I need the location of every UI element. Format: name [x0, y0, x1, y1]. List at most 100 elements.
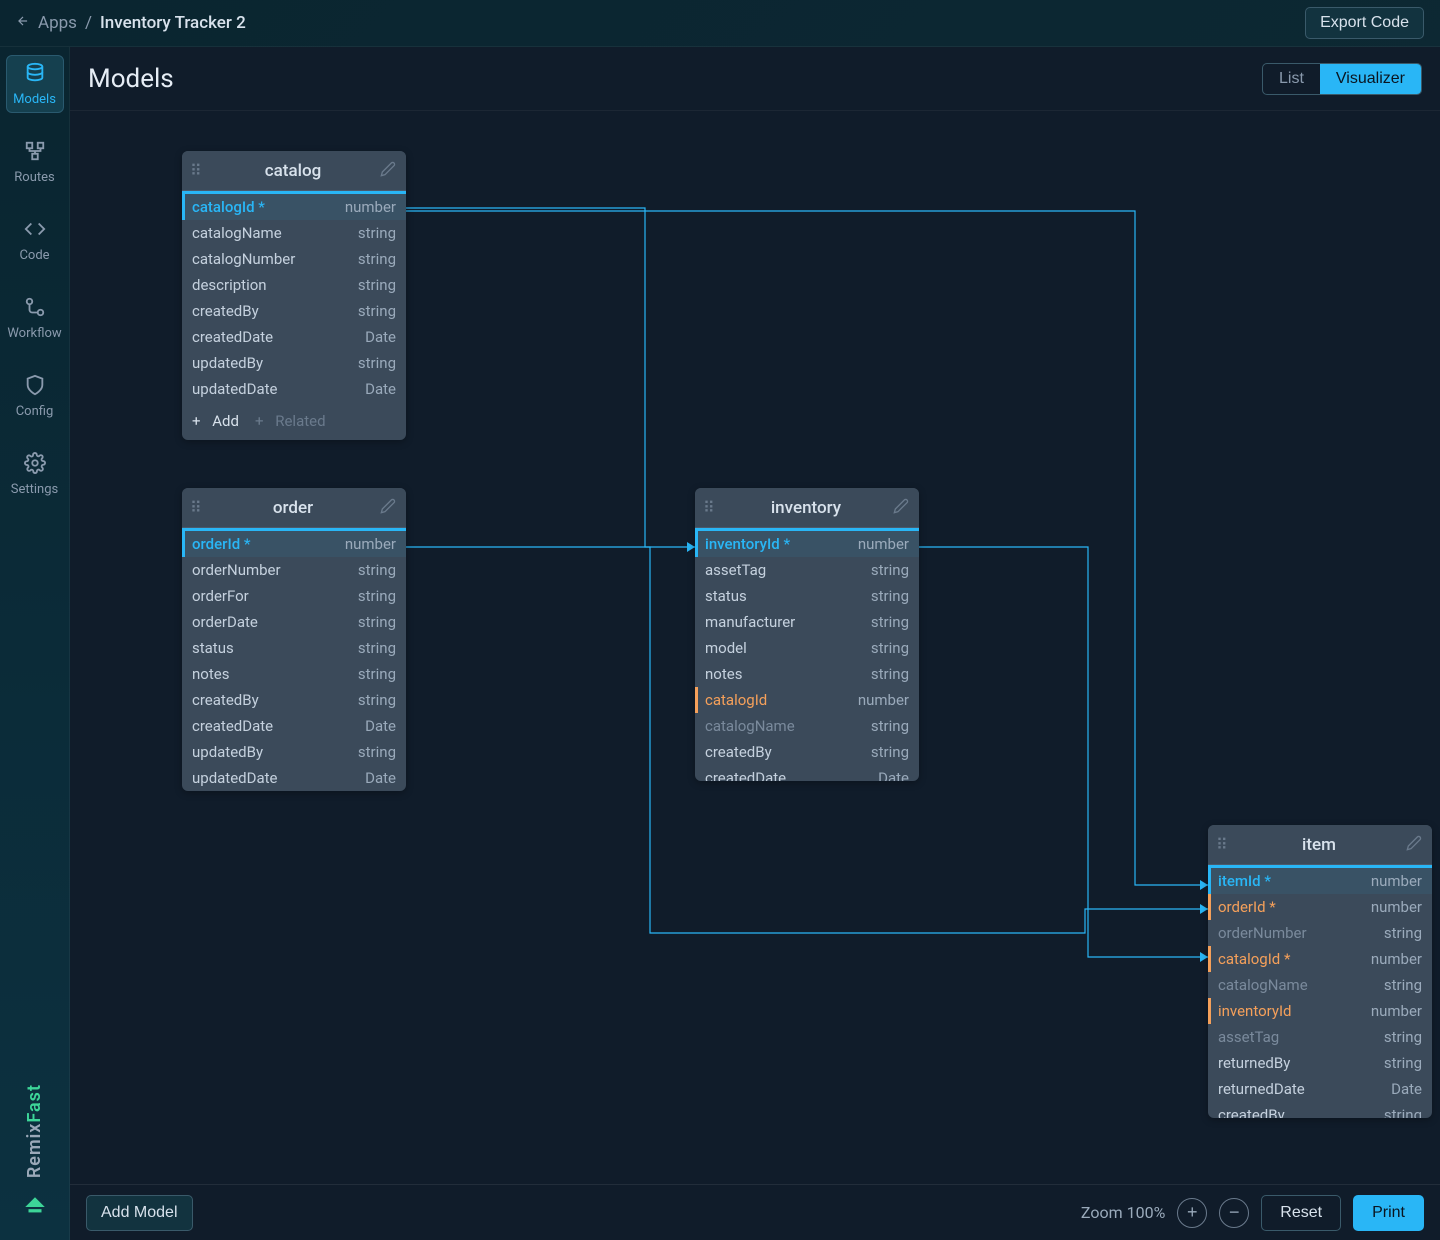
field-type: string — [358, 665, 396, 683]
field-row[interactable]: descriptionstring — [182, 272, 406, 298]
field-row[interactable]: orderNumberstring — [182, 557, 406, 583]
breadcrumb-parent[interactable]: Apps — [38, 13, 77, 33]
field-type: string — [358, 587, 396, 605]
code-icon — [24, 218, 46, 244]
model-card-item[interactable]: ⠿itemitemId *numberorderId *numberorderN… — [1208, 825, 1432, 1118]
gear-icon — [24, 452, 46, 478]
field-type: string — [358, 250, 396, 268]
field-row[interactable]: returnedDateDate — [1208, 1076, 1432, 1102]
model-card-inventory[interactable]: ⠿inventoryinventoryId *numberassetTagstr… — [695, 488, 919, 781]
field-row[interactable]: manufacturerstring — [695, 609, 919, 635]
field-row[interactable]: returnedBystring — [1208, 1050, 1432, 1076]
field-row[interactable]: orderDate string — [182, 609, 406, 635]
field-row[interactable]: catalogIdnumber — [695, 687, 919, 713]
field-row[interactable]: catalogNumberstring — [182, 246, 406, 272]
field-row[interactable]: catalogId *number — [1208, 946, 1432, 972]
zoom-label: Zoom 100% — [1081, 1203, 1165, 1222]
field-type: number — [1371, 898, 1422, 916]
field-type: string — [358, 613, 396, 631]
drag-handle-icon[interactable]: ⠿ — [190, 498, 206, 517]
field-row[interactable]: createdDateDate — [182, 713, 406, 739]
field-row[interactable]: statusstring — [695, 583, 919, 609]
field-row[interactable]: createdBystring — [182, 687, 406, 713]
field-row[interactable]: catalogNamestring — [695, 713, 919, 739]
sidebar-item-routes[interactable]: Routes — [6, 133, 64, 191]
field-row[interactable]: orderId *number — [1208, 894, 1432, 920]
field-type: Date — [1391, 1080, 1422, 1098]
field-row[interactable]: createdBystring — [695, 739, 919, 765]
field-row[interactable]: updatedBystring — [182, 739, 406, 765]
field-name: updatedBy — [192, 354, 263, 372]
field-row[interactable]: orderForstring — [182, 583, 406, 609]
view-visualizer-button[interactable]: Visualizer — [1320, 64, 1421, 94]
bottom-bar: Add Model Zoom 100% + − Reset Print — [70, 1184, 1440, 1240]
field-type: number — [1371, 950, 1422, 968]
model-card-catalog[interactable]: ⠿catalogcatalogId *numbercatalogNamestri… — [182, 151, 406, 440]
field-row[interactable]: catalogNamestring — [182, 220, 406, 246]
drag-handle-icon[interactable]: ⠿ — [190, 161, 206, 180]
field-name: orderDate — [192, 613, 258, 631]
drag-handle-icon[interactable]: ⠿ — [703, 498, 719, 517]
field-type: string — [1384, 976, 1422, 994]
field-row[interactable]: catalogId *number — [182, 194, 406, 220]
field-row[interactable]: inventoryIdnumber — [1208, 998, 1432, 1024]
edit-icon[interactable] — [380, 498, 398, 518]
field-type: string — [358, 561, 396, 579]
drag-handle-icon[interactable]: ⠿ — [1216, 835, 1232, 854]
reset-button[interactable]: Reset — [1261, 1195, 1341, 1231]
field-row[interactable]: createdBystring — [182, 298, 406, 324]
edit-icon[interactable] — [893, 498, 911, 518]
field-row[interactable]: updatedDateDate — [182, 376, 406, 402]
sidebar-item-label: Workflow — [7, 326, 61, 341]
field-row[interactable]: createdDateDate — [182, 324, 406, 350]
print-button[interactable]: Print — [1353, 1195, 1424, 1231]
field-row[interactable]: updatedDateDate — [182, 765, 406, 791]
field-type: Date — [365, 328, 396, 346]
field-type: Date — [365, 717, 396, 735]
edit-icon[interactable] — [380, 161, 398, 181]
field-type: number — [1371, 1002, 1422, 1020]
field-name: createdBy — [192, 302, 259, 320]
upload-icon[interactable] — [22, 1194, 48, 1224]
field-type: string — [358, 639, 396, 657]
field-row[interactable]: assetTagstring — [695, 557, 919, 583]
sidebar-item-models[interactable]: Models — [6, 55, 64, 113]
routes-icon — [24, 140, 46, 166]
edit-icon[interactable] — [1406, 835, 1424, 855]
export-code-button[interactable]: Export Code — [1305, 7, 1424, 39]
sidebar-item-config[interactable]: Config — [6, 367, 64, 425]
model-card-order[interactable]: ⠿orderorderId *numberorderNumberstringor… — [182, 488, 406, 791]
sidebar-item-label: Config — [16, 404, 54, 419]
field-type: string — [871, 639, 909, 657]
field-row[interactable]: assetTagstring — [1208, 1024, 1432, 1050]
sidebar-item-settings[interactable]: Settings — [6, 445, 64, 503]
back-arrow-icon[interactable] — [16, 13, 30, 33]
field-row[interactable]: inventoryId *number — [695, 531, 919, 557]
view-list-button[interactable]: List — [1263, 64, 1320, 94]
field-row[interactable]: updatedBystring — [182, 350, 406, 376]
sidebar-item-label: Code — [19, 248, 49, 263]
field-row[interactable]: statusstring — [182, 635, 406, 661]
zoom-out-button[interactable]: − — [1219, 1198, 1249, 1228]
field-name: model — [705, 639, 747, 657]
sidebar-item-workflow[interactable]: Workflow — [6, 289, 64, 347]
field-row[interactable]: createdDateDate — [695, 765, 919, 781]
field-row[interactable]: orderId *number — [182, 531, 406, 557]
visualizer-canvas[interactable]: ⠿catalogcatalogId *numbercatalogNamestri… — [70, 111, 1440, 1184]
add-related-button[interactable]: + Related — [255, 412, 326, 430]
field-row[interactable]: itemId *number — [1208, 868, 1432, 894]
field-row[interactable]: orderNumberstring — [1208, 920, 1432, 946]
zoom-in-button[interactable]: + — [1177, 1198, 1207, 1228]
add-model-button[interactable]: Add Model — [86, 1195, 193, 1231]
add-field-button[interactable]: + Add — [192, 412, 239, 430]
field-row[interactable]: notesstring — [695, 661, 919, 687]
sidebar-item-code[interactable]: Code — [6, 211, 64, 269]
field-row[interactable]: model string — [695, 635, 919, 661]
shield-icon — [24, 374, 46, 400]
field-row[interactable]: notesstring — [182, 661, 406, 687]
field-row[interactable]: createdBystring — [1208, 1102, 1432, 1118]
field-name: catalogName — [1218, 976, 1308, 994]
field-row[interactable]: catalogName string — [1208, 972, 1432, 998]
content-header: Models List Visualizer — [70, 47, 1440, 111]
view-toggle: List Visualizer — [1262, 63, 1422, 95]
